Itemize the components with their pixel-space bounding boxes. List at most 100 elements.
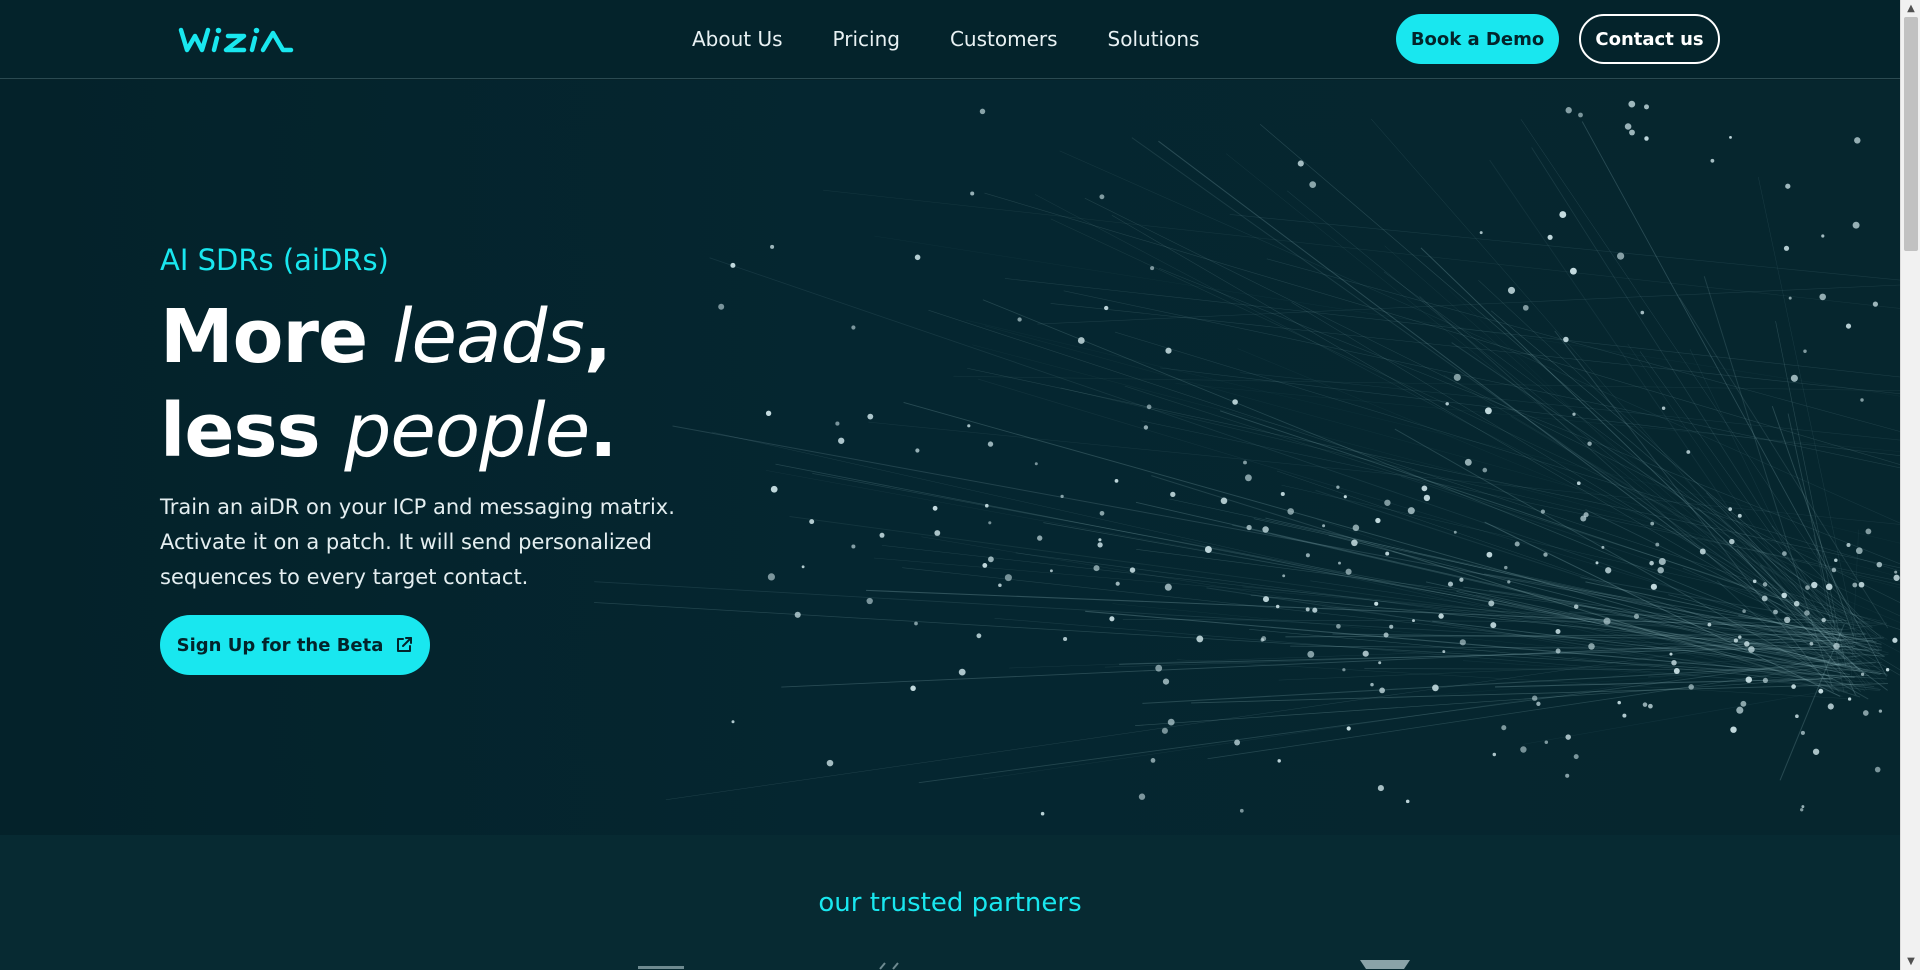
network-dot [1280,491,1285,497]
network-dot [1375,517,1381,524]
network-dot [1790,374,1798,382]
scroll-down-arrow-icon[interactable]: ▼ [1901,953,1920,970]
network-dot [1657,566,1664,574]
partners-title: our trusted partners [818,888,1082,918]
network-line [1111,214,1900,676]
network-dot [770,485,778,493]
hero-title-period: . [589,388,617,474]
network-dot [958,668,966,676]
network-dot [1642,702,1648,707]
network-dot [1640,310,1645,315]
network-dot [1650,521,1655,526]
network-line [972,344,1900,589]
network-dot [1520,746,1527,753]
network-dot [1728,507,1733,511]
network-dot [1821,234,1825,238]
scrollbar-thumb[interactable] [1904,17,1918,251]
network-dot [1167,718,1175,726]
network-dot [1605,567,1612,574]
network-dot [1438,613,1444,619]
network-dot [1762,582,1768,587]
network-dot [1633,613,1640,619]
nav-pricing[interactable]: Pricing [833,24,900,54]
network-dot [910,685,916,692]
network-dot [1507,580,1511,584]
network-dot [1576,481,1581,486]
network-dot [1673,668,1680,674]
network-dot [1791,684,1796,689]
network-dot [1865,528,1872,535]
network-dot [1514,541,1520,547]
network-dot [1825,583,1833,591]
hero-title-word-people: people [344,388,590,474]
network-dot [1262,526,1269,533]
main-nav: About Us Pricing Customers Solutions [692,24,1249,54]
network-dot [770,244,775,249]
hero-title-line-1: More leads, [160,290,616,384]
network-dot [1748,646,1755,653]
network-dot [1234,739,1241,746]
network-line [1114,331,1900,572]
network-dot [1833,642,1840,650]
network-dot [1800,730,1805,735]
nav-customers[interactable]: Customers [950,24,1058,54]
network-line [903,401,1866,674]
network-dot [801,565,805,569]
network-dot [1165,347,1172,354]
network-line [1491,310,1882,638]
sign-up-beta-button[interactable]: Sign Up for the Beta [160,615,430,675]
wizia-logo[interactable] [178,22,296,56]
network-dot [1588,643,1595,650]
network-dot [1655,542,1660,547]
network-dot [1752,579,1757,584]
network-dot [1544,740,1549,744]
network-dot [851,325,856,330]
network-dot [838,437,845,444]
network-dot [1855,547,1863,555]
network-dot [1155,664,1163,672]
network-dot [1788,296,1792,300]
network-dot [1109,616,1115,622]
network-dot [1821,617,1826,623]
network-dot [1699,548,1706,555]
nav-solutions[interactable]: Solutions [1108,24,1200,54]
network-dot [1077,337,1085,344]
contact-us-button[interactable]: Contact us [1579,14,1720,64]
network-dot [1501,725,1507,731]
hero-eyebrow: AI SDRs (aiDRs) [160,243,389,277]
network-dot [1649,560,1654,566]
network-line [984,192,1900,465]
network-dot [1874,766,1881,773]
network-line [965,319,1900,544]
network-dot [1894,570,1898,574]
network-dot [1800,808,1804,812]
network-dot [1162,678,1170,685]
network-dot [1492,752,1497,757]
network-dot [1423,494,1431,502]
vertical-scrollbar[interactable]: ▲ ▼ [1900,0,1920,970]
network-dot [1345,568,1352,575]
network-dot [1644,136,1649,141]
network-dot [1603,617,1611,625]
network-dot [1275,604,1280,609]
network-dot [1307,650,1315,658]
network-dot [1040,811,1045,816]
network-dot [1161,727,1168,734]
nav-about-us[interactable]: About Us [692,24,783,54]
network-dot [1504,565,1508,570]
scroll-up-arrow-icon[interactable]: ▲ [1901,0,1920,17]
network-dot [826,759,834,767]
book-demo-button[interactable]: Book a Demo [1396,14,1559,64]
network-dot [1037,535,1043,541]
hero-title-word-leads: leads [391,294,585,380]
network-dot [1587,441,1592,446]
network-dot [1804,610,1810,616]
network-dot [1745,676,1753,683]
network-dot [1034,462,1038,466]
network-dot [1261,636,1267,642]
network-line [672,425,1882,648]
network-dot [1671,659,1677,666]
network-dot [1421,485,1428,492]
network-dot [1093,565,1100,572]
network-dot [1346,726,1351,731]
